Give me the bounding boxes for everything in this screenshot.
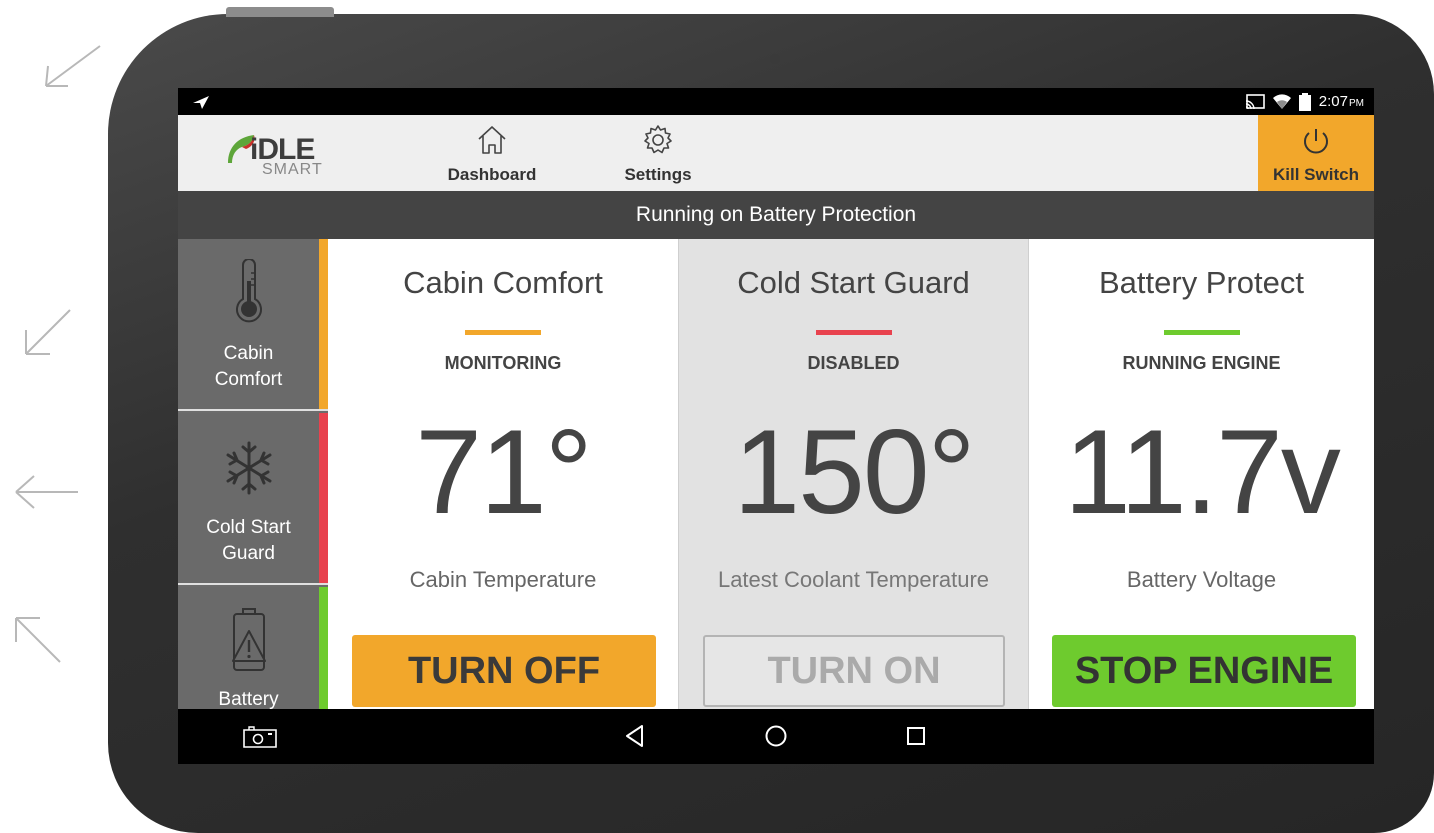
nav-dashboard-label: Dashboard [447, 165, 537, 184]
sidebar: Cabin Comfort Cold Start Guard Battery [178, 239, 328, 759]
panel-title: Battery Protect [1098, 265, 1305, 300]
battery-voltage-value: 11.7v [1064, 405, 1341, 539]
arrow-left-icon [10, 458, 90, 528]
status-banner: Running on Battery Protection [178, 191, 1374, 239]
status-indicator-bar [1163, 330, 1240, 335]
stop-engine-button[interactable]: STOP ENGINE [1052, 635, 1356, 707]
panel-title: Cabin Comfort [403, 265, 603, 300]
sidebar-item-label: Cabin Comfort [214, 343, 283, 390]
sidebar-stripe [319, 413, 328, 583]
status-bar: 2:07PM [178, 88, 1374, 115]
nav-settings-button[interactable]: Settings [608, 115, 708, 191]
coolant-temperature-value: 150° [733, 405, 975, 539]
arrow-down-left-icon [30, 40, 110, 110]
back-icon[interactable] [624, 723, 646, 749]
status-time: 2:07PM [1318, 93, 1364, 110]
arrow-down-left-icon [14, 300, 94, 370]
navigation-arrow-icon [193, 96, 209, 109]
status-indicator-bar [465, 330, 541, 335]
panel-caption: Cabin Temperature [409, 567, 597, 592]
tablet-screen: 2:07PM iDLE SMART Dashboard Settings Kil… [178, 88, 1374, 764]
sidebar-stripe [319, 239, 328, 409]
panel-status: RUNNING ENGINE [1122, 353, 1281, 373]
system-navigation-bar [178, 709, 1374, 764]
sidebar-item-cabin-comfort[interactable]: Cabin Comfort [178, 239, 328, 411]
tablet-power-button [226, 7, 334, 17]
panel-title: Cold Start Guard [737, 265, 970, 300]
app-bar: iDLE SMART Dashboard Settings Kill Switc… [178, 115, 1374, 191]
status-indicator-bar [815, 330, 892, 335]
turn-off-button[interactable]: TURN OFF [352, 635, 656, 707]
recents-icon[interactable] [905, 725, 927, 747]
front-camera [770, 54, 780, 64]
cold-start-guard-panel: Cold Start Guard DISABLED 150° Latest Co… [678, 239, 1029, 709]
cabin-temperature-value: 71° [415, 405, 592, 539]
panel-status: DISABLED [807, 353, 900, 373]
kill-switch-button[interactable]: Kill Switch [1258, 115, 1374, 191]
sidebar-item-label: Cold Start Guard [206, 517, 291, 564]
turn-on-button[interactable]: TURN ON [703, 635, 1005, 707]
arrow-up-left-icon [8, 606, 88, 676]
gear-icon [644, 125, 672, 154]
screenshot-icon[interactable] [242, 725, 278, 749]
wifi-icon [1272, 93, 1291, 109]
battery-protect-panel: Battery Protect RUNNING ENGINE 11.7v Bat… [1029, 239, 1374, 709]
panel-status: MONITORING [444, 353, 562, 373]
snowflake-icon [226, 441, 272, 495]
home-circle-icon[interactable] [763, 723, 789, 749]
thermometer-icon [236, 259, 262, 323]
sidebar-item-cold-start-guard[interactable]: Cold Start Guard [178, 413, 328, 585]
nav-settings-label: Settings [624, 165, 692, 184]
battery-warning-icon [232, 608, 266, 671]
kill-switch-label: Kill Switch [1273, 165, 1359, 184]
status-banner-text: Running on Battery Protection [635, 203, 917, 226]
battery-icon [1298, 92, 1311, 111]
cast-icon [1245, 93, 1265, 109]
home-icon [478, 126, 506, 154]
panel-caption: Latest Coolant Temperature [717, 567, 990, 592]
idle-smart-logo: iDLE SMART [226, 129, 336, 179]
nav-dashboard-button[interactable]: Dashboard [440, 115, 544, 191]
cabin-comfort-panel: Cabin Comfort MONITORING 71° Cabin Tempe… [328, 239, 678, 709]
power-icon [1304, 129, 1328, 154]
panel-caption: Battery Voltage [1126, 567, 1277, 592]
